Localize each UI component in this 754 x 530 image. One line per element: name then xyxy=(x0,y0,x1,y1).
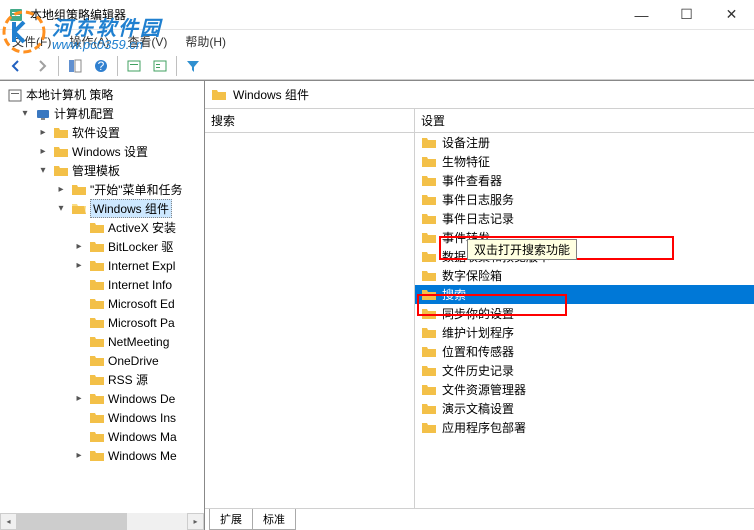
tree-windows-me[interactable]: ▸Windows Me xyxy=(0,446,204,465)
scroll-thumb[interactable] xyxy=(17,513,127,530)
setting-digital-locker[interactable]: 数字保险箱 xyxy=(415,266,754,285)
tree-windows-settings[interactable]: ▸Windows 设置 xyxy=(0,142,204,161)
svg-text:?: ? xyxy=(98,59,105,73)
setting-device-registration[interactable]: 设备注册 xyxy=(415,133,754,152)
setting-file-explorer[interactable]: 文件资源管理器 xyxy=(415,380,754,399)
tree-toggle-icon[interactable]: ▾ xyxy=(36,164,50,178)
menubar: 文件(F) 操作(A) 查看(V) 帮助(H) xyxy=(0,30,754,52)
scroll-right-button[interactable]: ▸ xyxy=(187,513,204,530)
description-header: 搜索 xyxy=(205,109,414,133)
tree-edge[interactable]: Microsoft Ed xyxy=(0,294,204,313)
content-pane: Windows 组件 搜索 设置 设备注册 生物特征 事件查看器 事件日志服务 … xyxy=(205,81,754,530)
setting-app-deployment[interactable]: 应用程序包部署 xyxy=(415,418,754,437)
tree-onedrive[interactable]: OneDrive xyxy=(0,351,204,370)
tree-toggle-icon[interactable]: ▸ xyxy=(72,392,86,406)
tree-passport[interactable]: Microsoft Pa xyxy=(0,313,204,332)
tooltip: 双击打开搜索功能 xyxy=(467,239,577,260)
setting-search[interactable]: 搜索 xyxy=(415,285,754,304)
tool-scope-button[interactable] xyxy=(63,54,87,78)
setting-file-history[interactable]: 文件历史记录 xyxy=(415,361,754,380)
forward-button[interactable] xyxy=(30,54,54,78)
setting-event-forwarding[interactable]: 事件转发 xyxy=(415,228,754,247)
tree-toggle-icon[interactable]: ▸ xyxy=(72,240,86,254)
menu-file[interactable]: 文件(F) xyxy=(4,31,59,52)
tree-netmeeting[interactable]: NetMeeting xyxy=(0,332,204,351)
tree-software-settings[interactable]: ▸软件设置 xyxy=(0,123,204,142)
main-area: 本地计算机 策略 ▾计算机配置 ▸软件设置 ▸Windows 设置 ▾管理模板 … xyxy=(0,80,754,530)
setting-presentation[interactable]: 演示文稿设置 xyxy=(415,399,754,418)
tree-toggle-icon[interactable]: ▸ xyxy=(72,449,86,463)
tree-bitlocker[interactable]: ▸BitLocker 驱 xyxy=(0,237,204,256)
setting-biometrics[interactable]: 生物特征 xyxy=(415,152,754,171)
tree-toggle-icon[interactable]: ▸ xyxy=(36,145,50,159)
tree-rss[interactable]: RSS 源 xyxy=(0,370,204,389)
content-header: Windows 组件 xyxy=(205,81,754,109)
minimize-button[interactable]: — xyxy=(619,0,664,29)
tree-activex[interactable]: ActiveX 安装 xyxy=(0,218,204,237)
tree-toggle-icon[interactable]: ▾ xyxy=(18,107,32,121)
scroll-left-button[interactable]: ◂ xyxy=(0,513,17,530)
back-button[interactable] xyxy=(4,54,28,78)
menu-action[interactable]: 操作(A) xyxy=(61,31,117,52)
setting-location-sensors[interactable]: 位置和传感器 xyxy=(415,342,754,361)
toolbar-separator xyxy=(176,56,177,76)
titlebar: 本地组策略编辑器 — ☐ ✕ xyxy=(0,0,754,30)
tree-scrollbar-h[interactable]: ◂ ▸ xyxy=(0,513,204,530)
tree-start-menu[interactable]: ▸"开始"菜单和任务 xyxy=(0,180,204,199)
tree-toggle-icon[interactable]: ▸ xyxy=(36,126,50,140)
setting-data-collection[interactable]: 数据收集和预览版本 xyxy=(415,247,754,266)
app-icon xyxy=(8,7,24,23)
window-title: 本地组策略编辑器 xyxy=(30,6,126,23)
tool-g2-button[interactable] xyxy=(148,54,172,78)
tree-pane: 本地计算机 策略 ▾计算机配置 ▸软件设置 ▸Windows 设置 ▾管理模板 … xyxy=(0,81,205,530)
tree-computer-config[interactable]: ▾计算机配置 xyxy=(0,104,204,123)
setting-sync[interactable]: 同步你的设置 xyxy=(415,304,754,323)
setting-event-logging[interactable]: 事件日志记录 xyxy=(415,209,754,228)
tool-filter-button[interactable] xyxy=(181,54,205,78)
menu-view[interactable]: 查看(V) xyxy=(119,31,175,52)
toolbar-separator xyxy=(58,56,59,76)
tree-toggle-icon[interactable]: ▸ xyxy=(54,183,68,197)
settings-header[interactable]: 设置 xyxy=(415,109,754,133)
toolbar-separator xyxy=(117,56,118,76)
tree-root[interactable]: 本地计算机 策略 xyxy=(0,85,204,104)
toolbar: ? xyxy=(0,52,754,80)
tree-iis[interactable]: Internet Info xyxy=(0,275,204,294)
tree-toggle-icon[interactable]: ▾ xyxy=(54,202,68,216)
tree-ie[interactable]: ▸Internet Expl xyxy=(0,256,204,275)
tabs: 扩展 标准 xyxy=(205,508,754,530)
maximize-button[interactable]: ☐ xyxy=(664,0,709,29)
tree-windows-ma[interactable]: Windows Ma xyxy=(0,427,204,446)
content-title: Windows 组件 xyxy=(233,86,309,103)
description-column: 搜索 xyxy=(205,109,415,508)
menu-help[interactable]: 帮助(H) xyxy=(177,31,234,52)
folder-icon xyxy=(211,87,227,103)
tool-g1-button[interactable] xyxy=(122,54,146,78)
tree-toggle-icon[interactable]: ▸ xyxy=(72,259,86,273)
setting-event-viewer[interactable]: 事件查看器 xyxy=(415,171,754,190)
tree-admin-templates[interactable]: ▾管理模板 xyxy=(0,161,204,180)
tab-standard[interactable]: 标准 xyxy=(252,509,296,530)
setting-maintenance[interactable]: 维护计划程序 xyxy=(415,323,754,342)
tool-help-button[interactable]: ? xyxy=(89,54,113,78)
settings-column: 设置 设备注册 生物特征 事件查看器 事件日志服务 事件日志记录 事件转发 数据… xyxy=(415,109,754,508)
close-button[interactable]: ✕ xyxy=(709,0,754,29)
tree-windows-components[interactable]: ▾Windows 组件 xyxy=(0,199,204,218)
setting-event-log-service[interactable]: 事件日志服务 xyxy=(415,190,754,209)
tree-windows-de[interactable]: ▸Windows De xyxy=(0,389,204,408)
tab-extended[interactable]: 扩展 xyxy=(209,509,253,530)
tree-windows-ins[interactable]: Windows Ins xyxy=(0,408,204,427)
